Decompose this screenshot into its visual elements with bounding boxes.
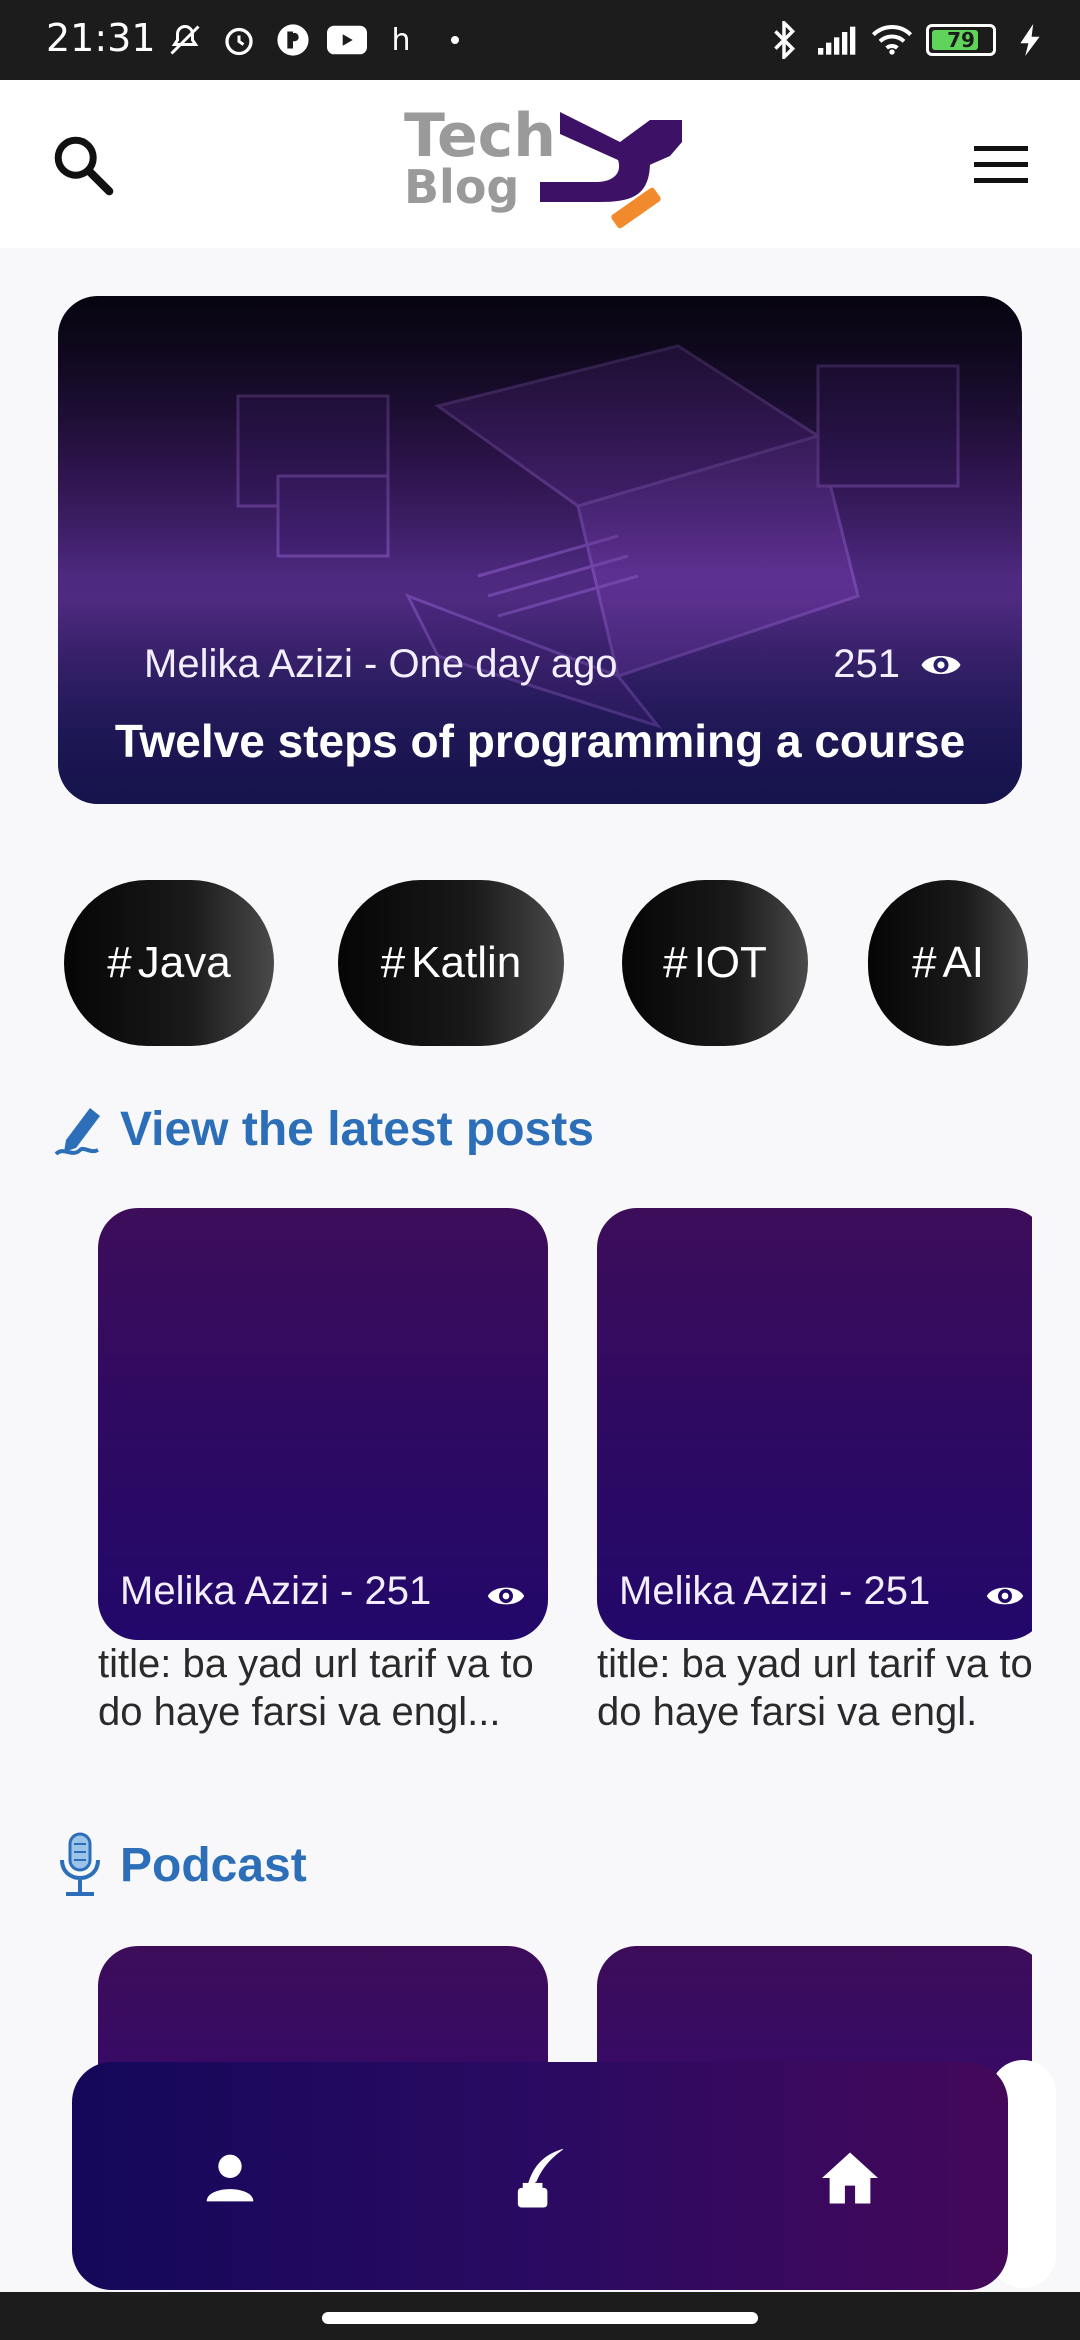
eye-icon: [986, 1587, 1024, 1605]
podcast-title: Podcast: [120, 1838, 307, 1892]
hero-title: Twelve steps of programming a course: [114, 715, 966, 767]
post-card[interactable]: Melika Azizi - 251 title: ba yad url tar…: [98, 1208, 548, 1736]
signal-icon: [818, 22, 858, 58]
profile-icon: [206, 2154, 254, 2202]
search-button[interactable]: [48, 130, 118, 200]
post-title: title: ba yad url tarif va to do haye fa…: [597, 1642, 1032, 1734]
dot-indicator-icon: [435, 22, 475, 58]
hero-views: 251: [833, 642, 962, 687]
pen-icon: [54, 1108, 100, 1156]
podcast-header: Podcast: [54, 1832, 307, 1898]
status-left-icons: h: [165, 22, 475, 58]
post-meta: Melika Azizi - 251: [120, 1569, 432, 1613]
tag-java[interactable]: # Java: [64, 880, 274, 1046]
hashtag-icon: #: [911, 938, 937, 987]
tag-ai[interactable]: # AI: [868, 880, 1028, 1046]
menu-icon: [974, 146, 1028, 183]
search-icon: [54, 136, 114, 196]
hero-view-count: 251: [833, 642, 900, 686]
latest-posts-list: Melika Azizi - 251 title: ba yad url tar…: [0, 1208, 1032, 1748]
microphone-icon: [60, 1832, 100, 1896]
hashtag-icon: #: [663, 938, 688, 987]
nav-write-button[interactable]: [508, 2146, 572, 2210]
tech-blog-logo: Tech Blog: [400, 102, 690, 232]
tag-label: IOT: [693, 938, 767, 987]
menu-button[interactable]: [970, 140, 1032, 190]
bottom-nav: [72, 2062, 1008, 2290]
tag-label: Java: [137, 938, 231, 987]
hashtag-icon: #: [107, 938, 132, 987]
post-thumbnail: Melika Azizi - 251: [597, 1208, 1032, 1640]
wifi-icon: [872, 22, 912, 58]
logo-mark-icon: [540, 112, 682, 229]
mute-icon: [165, 22, 205, 58]
tag-label: Katlin: [411, 938, 522, 987]
tag-list: # Java # Katlin # IOT # AI: [0, 880, 1032, 1050]
tag-label: AI: [942, 938, 985, 987]
system-nav-bar: [0, 2292, 1080, 2340]
notification-h: h: [391, 22, 411, 58]
status-bar: 21:31 h 79: [0, 0, 1080, 80]
eye-icon: [487, 1587, 525, 1605]
hero-author-time: Melika Azizi - One day ago: [144, 642, 618, 686]
write-post-icon: [517, 2147, 566, 2208]
hero-post-card[interactable]: Melika Azizi - One day ago 251 Twelve st…: [58, 296, 1022, 804]
battery-level: 79: [947, 28, 975, 52]
app-p-icon: [273, 22, 313, 58]
tag-katlin[interactable]: # Katlin: [338, 880, 564, 1046]
app-bar: Tech Blog: [0, 80, 1080, 248]
alarm-icon: [219, 22, 259, 58]
charging-icon: [1010, 22, 1050, 58]
eye-icon: [921, 655, 961, 674]
hashtag-icon: #: [380, 938, 406, 987]
tag-iot[interactable]: # IOT: [622, 880, 808, 1046]
gesture-handle[interactable]: [322, 2312, 758, 2324]
status-right-icons: 79: [764, 21, 1050, 59]
latest-posts-title: View the latest posts: [120, 1102, 594, 1156]
bluetooth-icon: [764, 21, 804, 59]
nav-profile-button[interactable]: [198, 2146, 262, 2210]
battery-icon: 79: [926, 24, 996, 56]
status-time: 21:31: [46, 16, 156, 60]
post-thumbnail: Melika Azizi - 251: [98, 1208, 548, 1640]
post-title: title: ba yad url tarif va to do haye fa…: [98, 1642, 534, 1734]
latest-posts-header: View the latest posts: [54, 1100, 594, 1158]
post-meta: Melika Azizi - 251: [619, 1569, 931, 1613]
nav-home-button[interactable]: [818, 2146, 882, 2210]
youtube-icon: [327, 22, 367, 58]
home-icon: [822, 2152, 878, 2204]
post-card[interactable]: Melika Azizi - 251 title: ba yad url tar…: [597, 1208, 1032, 1736]
